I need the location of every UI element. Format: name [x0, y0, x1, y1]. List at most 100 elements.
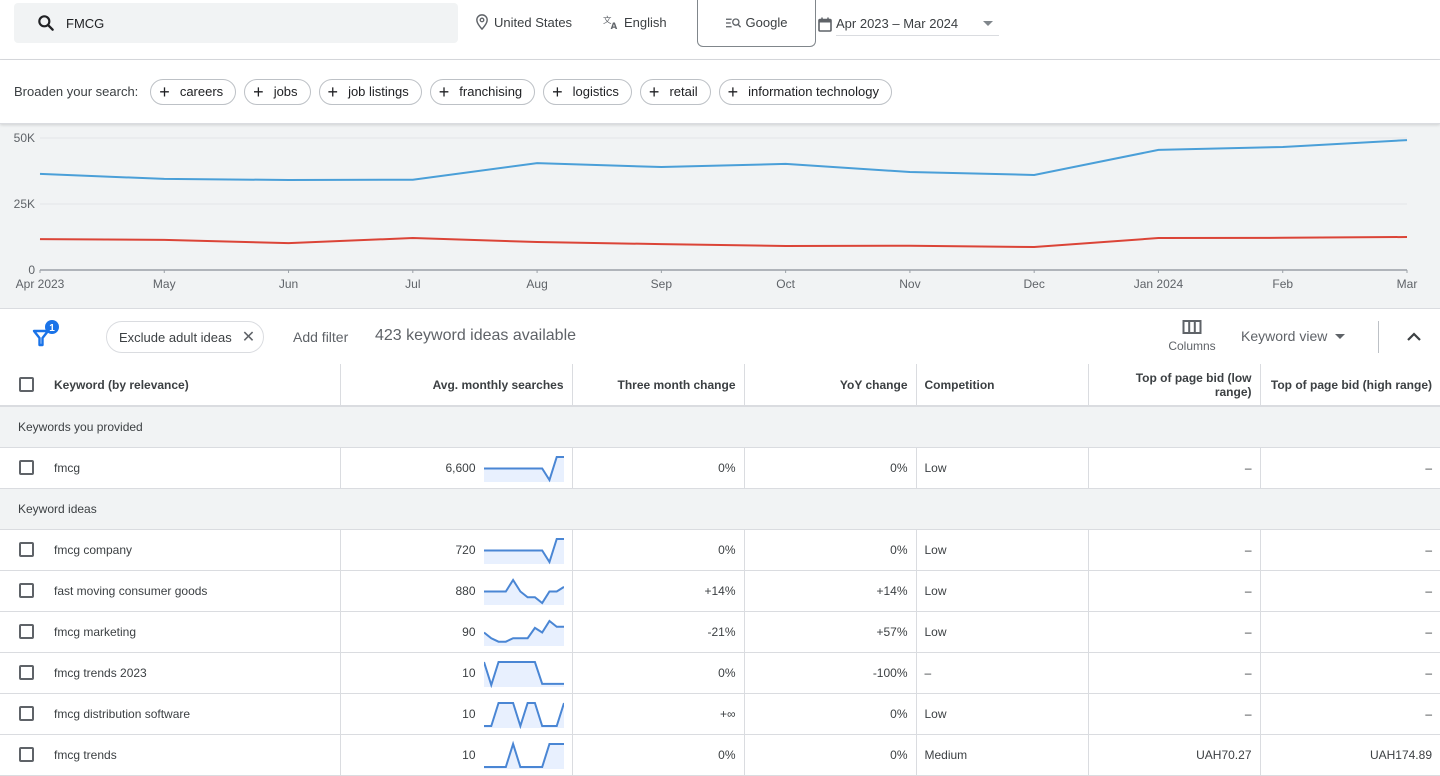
- competition-cell: Low: [916, 611, 1088, 652]
- x-tick-label: Oct: [776, 277, 795, 291]
- trend-sparkline: [484, 576, 564, 606]
- column-header-bid-low[interactable]: Top of page bid (low range): [1088, 364, 1260, 406]
- table-row[interactable]: fmcg trends 2023 10 0% -100% – – –: [0, 652, 1440, 693]
- top-bar: FMCG United States 文A English Google Apr…: [0, 0, 1440, 60]
- svg-text:A: A: [611, 22, 618, 30]
- bid-low-cell: –: [1088, 693, 1260, 734]
- yoy-change-cell: +14%: [744, 570, 916, 611]
- group-label: Keywords you provided: [0, 406, 1440, 447]
- avg-searches-value: 10: [462, 748, 475, 762]
- keyword-view-dropdown[interactable]: Keyword view: [1241, 328, 1345, 344]
- date-range-field[interactable]: Apr 2023 – Mar 2024: [836, 12, 999, 36]
- table-row[interactable]: fmcg 6,600 0% 0% Low – –: [0, 447, 1440, 488]
- bid-low-cell: UAH70.27: [1088, 734, 1260, 775]
- column-header-yoy-change[interactable]: YoY change: [744, 364, 916, 406]
- broaden-chip[interactable]: +logistics: [543, 79, 632, 105]
- column-header-competition[interactable]: Competition: [916, 364, 1088, 406]
- column-header-keyword[interactable]: Keyword (by relevance): [0, 364, 340, 406]
- table-row[interactable]: fast moving consumer goods 880 +14% +14%…: [0, 570, 1440, 611]
- exclude-adult-chip[interactable]: Exclude adult ideas ✕: [106, 321, 264, 353]
- bid-low-cell: –: [1088, 611, 1260, 652]
- trend-sparkline: [484, 740, 564, 770]
- yoy-change-cell: +57%: [744, 611, 916, 652]
- keyword-text: fast moving consumer goods: [54, 584, 207, 598]
- location-selector[interactable]: United States: [475, 14, 572, 30]
- close-icon[interactable]: ✕: [242, 327, 255, 347]
- row-checkbox[interactable]: [19, 706, 34, 721]
- broaden-chip[interactable]: +job listings: [319, 79, 422, 105]
- competition-cell: Low: [916, 529, 1088, 570]
- search-network-icon: [726, 17, 741, 29]
- language-selector[interactable]: 文A English: [603, 14, 667, 30]
- y-tick-label: 50K: [14, 131, 35, 145]
- chip-label: job listings: [348, 84, 409, 99]
- row-checkbox[interactable]: [19, 460, 34, 475]
- series-line-search-volume: [40, 140, 1407, 180]
- broaden-chip[interactable]: +franchising: [430, 79, 535, 105]
- column-header-avg-searches[interactable]: Avg. monthly searches: [340, 364, 572, 406]
- broaden-chip[interactable]: +jobs: [244, 79, 310, 105]
- x-tick-label: Jun: [279, 277, 298, 291]
- plus-icon: +: [552, 83, 563, 101]
- search-input[interactable]: FMCG: [14, 3, 458, 43]
- date-range-selector[interactable]: Apr 2023 – Mar 2024: [818, 12, 999, 36]
- translate-icon: 文A: [603, 14, 620, 30]
- keyword-cell: fmcg: [0, 447, 340, 488]
- add-filter-button[interactable]: Add filter: [293, 329, 348, 345]
- search-network-selector[interactable]: Google: [697, 0, 816, 47]
- x-tick-label: Dec: [1024, 277, 1045, 291]
- table-row[interactable]: fmcg distribution software 10 +∞ 0% Low …: [0, 693, 1440, 734]
- table-group-row: Keywords you provided: [0, 406, 1440, 447]
- competition-cell: Low: [916, 693, 1088, 734]
- keyword-ideas-count: 423 keyword ideas available: [375, 327, 576, 345]
- row-checkbox[interactable]: [19, 624, 34, 639]
- broaden-chip[interactable]: +information technology: [719, 79, 892, 105]
- columns-button[interactable]: Columns: [1164, 319, 1220, 353]
- row-checkbox[interactable]: [19, 665, 34, 680]
- yoy-change-cell: 0%: [744, 693, 916, 734]
- row-checkbox[interactable]: [19, 583, 34, 598]
- sparkline-area: [484, 744, 564, 769]
- trend-sparkline: [484, 453, 564, 483]
- avg-searches-cell: 720: [340, 529, 572, 570]
- x-tick-label: Nov: [899, 277, 920, 291]
- bid-high-cell: UAH174.89: [1260, 734, 1440, 775]
- column-header-bid-high[interactable]: Top of page bid (high range): [1260, 364, 1440, 406]
- competition-cell: Medium: [916, 734, 1088, 775]
- yoy-change-cell: -100%: [744, 652, 916, 693]
- avg-searches-value: 6,600: [445, 461, 475, 475]
- row-checkbox[interactable]: [19, 542, 34, 557]
- chip-label: jobs: [274, 84, 298, 99]
- keyword-table: Keyword (by relevance) Avg. monthly sear…: [0, 364, 1440, 776]
- chip-label: information technology: [748, 84, 879, 99]
- columns-icon: [1182, 319, 1202, 335]
- bid-low-cell: –: [1088, 570, 1260, 611]
- bid-low-cell: –: [1088, 529, 1260, 570]
- sparkline-area: [484, 621, 564, 646]
- x-tick-label: Mar: [1397, 277, 1418, 291]
- bid-high-cell: –: [1260, 693, 1440, 734]
- keyword-text: fmcg: [54, 461, 80, 475]
- table-row[interactable]: fmcg marketing 90 -21% +57% Low – –: [0, 611, 1440, 652]
- chip-label: franchising: [459, 84, 522, 99]
- table-row[interactable]: fmcg trends 10 0% 0% Medium UAH70.27 UAH…: [0, 734, 1440, 775]
- competition-cell: Low: [916, 570, 1088, 611]
- row-checkbox[interactable]: [19, 747, 34, 762]
- broaden-label: Broaden your search:: [14, 84, 138, 99]
- table-row[interactable]: fmcg company 720 0% 0% Low – –: [0, 529, 1440, 570]
- select-all-checkbox[interactable]: [19, 377, 34, 392]
- calendar-icon: [818, 17, 832, 32]
- broaden-chip[interactable]: +retail: [640, 79, 711, 105]
- broaden-chip[interactable]: +careers: [150, 79, 236, 105]
- table-header-row: Keyword (by relevance) Avg. monthly sear…: [0, 364, 1440, 406]
- chip-label: careers: [180, 84, 223, 99]
- competition-cell: –: [916, 652, 1088, 693]
- filter-badge: 1: [49, 323, 55, 334]
- filter-button[interactable]: 1: [31, 319, 63, 349]
- chevron-up-icon[interactable]: [1404, 327, 1424, 347]
- header-label: Keyword (by relevance): [54, 378, 189, 392]
- column-header-three-month-change[interactable]: Three month change: [572, 364, 744, 406]
- chart-svg: 025K50KApr 2023MayJunJulAugSepOctNovDecJ…: [0, 124, 1440, 308]
- table-body: Keywords you provided fmcg 6,600 0% 0% L…: [0, 406, 1440, 775]
- avg-searches-value: 90: [462, 625, 475, 639]
